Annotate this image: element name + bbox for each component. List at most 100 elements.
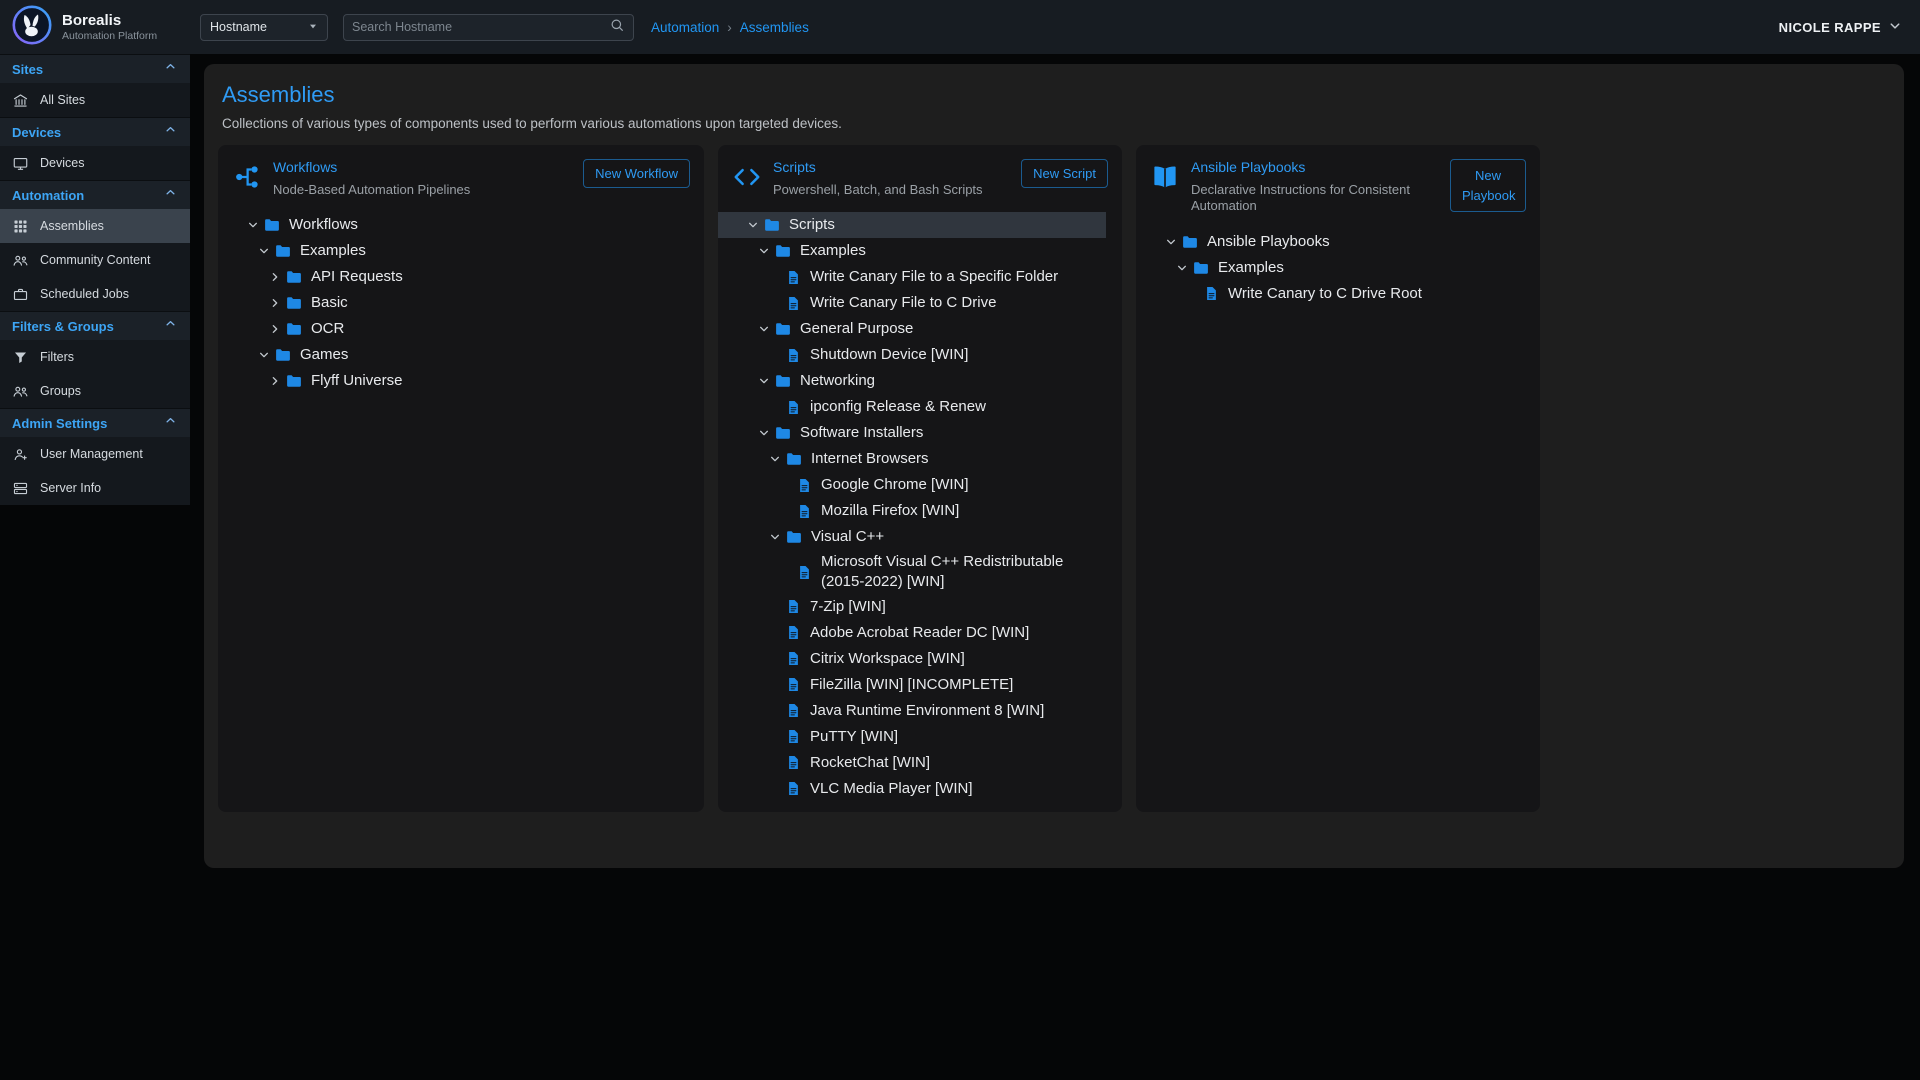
tree-folder-visual-c[interactable]: Visual C++ [718, 524, 1106, 550]
tree-file-putty-win[interactable]: PuTTY [WIN] [718, 724, 1106, 750]
sidebar-section-devices[interactable]: Devices [0, 117, 190, 146]
tree-folder-ansible-playbooks[interactable]: Ansible Playbooks [1136, 229, 1524, 255]
folder-icon [774, 242, 792, 260]
sidebar-item-groups[interactable]: Groups [0, 374, 190, 408]
sidebar-item-all-sites[interactable]: All Sites [0, 83, 190, 117]
tree-item-label: Visual C++ [811, 525, 884, 549]
sidebar-section-automation[interactable]: Automation [0, 180, 190, 209]
chevron-down-icon[interactable] [1172, 260, 1192, 276]
tree-file-write-canary-to-c-drive-root[interactable]: Write Canary to C Drive Root [1136, 281, 1524, 307]
chevron-down-icon[interactable] [254, 243, 274, 259]
panel-title-scripts[interactable]: Scripts [773, 159, 816, 175]
sidebar-item-label: Devices [40, 156, 84, 170]
search-icon[interactable] [609, 17, 625, 38]
panel-title-workflows[interactable]: Workflows [273, 159, 337, 175]
tree-file-microsoft-visual-c-redistributable-2015-2022-win[interactable]: Microsoft Visual C++ Redistributable (20… [718, 550, 1106, 594]
file-icon [785, 598, 802, 615]
tree-folder-examples[interactable]: Examples [1136, 255, 1524, 281]
panel-header: ScriptsPowershell, Batch, and Bash Scrip… [718, 145, 1122, 206]
sidebar-section-filters-groups[interactable]: Filters & Groups [0, 311, 190, 340]
tree-folder-basic[interactable]: Basic [218, 290, 688, 316]
chevron-down-icon[interactable] [765, 529, 785, 545]
user-menu[interactable]: NICOLE RAPPE [1779, 17, 1904, 38]
file-icon [796, 564, 813, 581]
tree-file-ipconfig-release-renew[interactable]: ipconfig Release & Renew [718, 394, 1106, 420]
tree-file-write-canary-file-to-a-specific-folder[interactable]: Write Canary File to a Specific Folder [718, 264, 1106, 290]
breadcrumb-assemblies[interactable]: Assemblies [740, 20, 809, 35]
chevron-down-icon[interactable] [243, 217, 263, 233]
folder-icon [774, 372, 792, 390]
new-playbook-button[interactable]: New Playbook [1450, 159, 1526, 212]
breadcrumb-automation[interactable]: Automation [651, 20, 719, 35]
sidebar-item-community-content[interactable]: Community Content [0, 243, 190, 277]
new-script-button[interactable]: New Script [1021, 159, 1108, 188]
chevron-up-icon [163, 316, 178, 336]
tree-folder-workflows[interactable]: Workflows [218, 212, 688, 238]
sidebar-item-scheduled-jobs[interactable]: Scheduled Jobs [0, 277, 190, 311]
tree-file-7-zip-win[interactable]: 7-Zip [WIN] [718, 594, 1106, 620]
briefcase-icon [12, 286, 29, 303]
assemblies-card: Assemblies Collections of various types … [204, 64, 1904, 868]
tree-file-shutdown-device-win[interactable]: Shutdown Device [WIN] [718, 342, 1106, 368]
sidebar-section-admin-settings[interactable]: Admin Settings [0, 408, 190, 437]
tree-file-rocketchat-win[interactable]: RocketChat [WIN] [718, 750, 1106, 776]
chevron-down-icon[interactable] [754, 425, 774, 441]
tree-item-label: Shutdown Device [WIN] [810, 343, 968, 367]
chevron-down-icon[interactable] [754, 321, 774, 337]
code-icon [732, 162, 762, 192]
sidebar-item-filters[interactable]: Filters [0, 340, 190, 374]
tree-folder-software-installers[interactable]: Software Installers [718, 420, 1106, 446]
chevron-right-icon[interactable] [265, 373, 285, 389]
tree-folder-examples[interactable]: Examples [218, 238, 688, 264]
sidebar-section-label: Admin Settings [12, 416, 107, 431]
tree-file-adobe-acrobat-reader-dc-win[interactable]: Adobe Acrobat Reader DC [WIN] [718, 620, 1106, 646]
panel-scripts: ScriptsPowershell, Batch, and Bash Scrip… [718, 145, 1122, 812]
chevron-down-icon[interactable] [743, 217, 763, 233]
sidebar-item-assemblies[interactable]: Assemblies [0, 209, 190, 243]
search-input[interactable] [352, 20, 609, 34]
tree-item-label: Write Canary File to C Drive [810, 291, 996, 315]
tree-file-write-canary-file-to-c-drive[interactable]: Write Canary File to C Drive [718, 290, 1106, 316]
tree-folder-flyff-universe[interactable]: Flyff Universe [218, 368, 688, 394]
tree-folder-games[interactable]: Games [218, 342, 688, 368]
sidebar-item-user-management[interactable]: User Management [0, 437, 190, 471]
tree-item-label: Microsoft Visual C++ Redistributable (20… [821, 550, 1106, 594]
chevron-down-icon[interactable] [765, 451, 785, 467]
chevron-down-icon[interactable] [754, 373, 774, 389]
tree-item-label: OCR [311, 317, 344, 341]
hostname-select[interactable]: Hostname [200, 14, 328, 41]
tree-file-java-runtime-environment-8-win[interactable]: Java Runtime Environment 8 [WIN] [718, 698, 1106, 724]
chevron-right-icon[interactable] [265, 321, 285, 337]
tree-folder-api-requests[interactable]: API Requests [218, 264, 688, 290]
chevron-down-icon[interactable] [254, 347, 274, 363]
sidebar-item-devices[interactable]: Devices [0, 146, 190, 180]
sidebar-section-sites[interactable]: Sites [0, 54, 190, 83]
tree-item-label: Google Chrome [WIN] [821, 473, 969, 497]
tree-folder-general-purpose[interactable]: General Purpose [718, 316, 1106, 342]
tree-folder-scripts[interactable]: Scripts [718, 212, 1106, 238]
chevron-right-icon[interactable] [265, 295, 285, 311]
file-icon [785, 780, 802, 797]
panel-titles: ScriptsPowershell, Batch, and Bash Scrip… [773, 159, 983, 198]
workflow-icon [232, 162, 262, 192]
file-icon [785, 650, 802, 667]
chevron-up-icon [163, 185, 178, 205]
user-name: NICOLE RAPPE [1779, 20, 1881, 35]
tree-folder-ocr[interactable]: OCR [218, 316, 688, 342]
sidebar-item-label: Groups [40, 384, 81, 398]
chevron-down-icon[interactable] [1161, 234, 1181, 250]
new-workflow-button[interactable]: New Workflow [583, 159, 690, 188]
panel-title-playbooks[interactable]: Ansible Playbooks [1191, 159, 1305, 175]
sidebar-item-server-info[interactable]: Server Info [0, 471, 190, 505]
tree-file-vlc-media-player-win[interactable]: VLC Media Player [WIN] [718, 776, 1106, 802]
tree-folder-examples[interactable]: Examples [718, 238, 1106, 264]
tree-file-mozilla-firefox-win[interactable]: Mozilla Firefox [WIN] [718, 498, 1106, 524]
tree-file-filezilla-win-incomplete[interactable]: FileZilla [WIN] [INCOMPLETE] [718, 672, 1106, 698]
tree-file-google-chrome-win[interactable]: Google Chrome [WIN] [718, 472, 1106, 498]
tree-file-citrix-workspace-win[interactable]: Citrix Workspace [WIN] [718, 646, 1106, 672]
tree-folder-internet-browsers[interactable]: Internet Browsers [718, 446, 1106, 472]
tree-folder-networking[interactable]: Networking [718, 368, 1106, 394]
chevron-right-icon[interactable] [265, 269, 285, 285]
tree-item-label: Citrix Workspace [WIN] [810, 647, 965, 671]
chevron-down-icon[interactable] [754, 243, 774, 259]
